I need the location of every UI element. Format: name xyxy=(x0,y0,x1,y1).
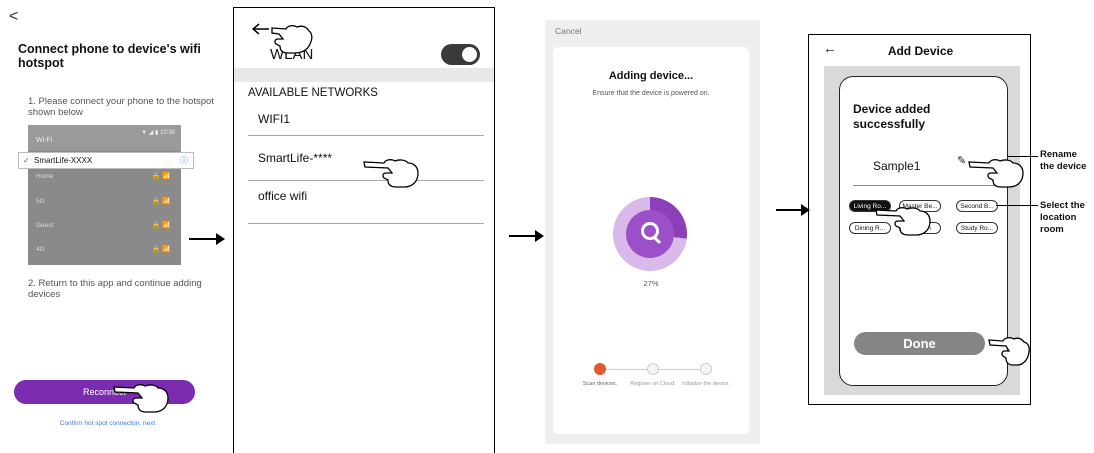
divider xyxy=(248,135,484,136)
pointing-hand-icon xyxy=(875,207,931,236)
network-row: 5G 🔒 📶 xyxy=(28,192,181,212)
success-message: Device added successfully xyxy=(853,102,931,131)
selected-network-row[interactable]: ✓ SmartLife-XXXX ⓘ xyxy=(18,152,194,169)
lock-wifi-icon: 🔒 📶 xyxy=(151,173,171,180)
callout-room: Select the location room xyxy=(1040,200,1085,235)
step-dot-register xyxy=(647,363,659,375)
device-name: Sample1 xyxy=(873,159,921,173)
pointing-hand-icon xyxy=(968,159,1024,188)
divider-band xyxy=(234,68,494,82)
network-name: 4G xyxy=(36,246,45,253)
back-arrow-hand-icon[interactable] xyxy=(251,20,314,56)
step-label-initialize: Initialize the device. xyxy=(682,381,730,387)
pointing-hand-icon xyxy=(113,384,169,413)
panel-wlan-settings: WLAN AVAILABLE NETWORKS WIFI1 SmartLife-… xyxy=(233,7,495,453)
flow-arrow xyxy=(509,230,544,242)
adding-title: Adding device... xyxy=(608,70,694,82)
wifi-header: ▼ ◢ ▮ 10:30 Wi-Fi xyxy=(28,125,181,151)
network-name: 5G xyxy=(36,198,45,205)
callout-line xyxy=(996,205,1038,206)
instruction-step-1: 1. Please connect your phone to the hots… xyxy=(28,96,214,118)
network-name: Home xyxy=(36,173,54,180)
lock-wifi-icon: 🔒 📶 xyxy=(151,222,171,229)
instruction-step-2: 2. Return to this app and continue addin… xyxy=(28,278,202,300)
confirm-hotspot-link[interactable]: Confirm hot spot connecton, next xyxy=(0,420,215,427)
network-row: 4G 🔒 📶 xyxy=(28,240,181,260)
room-chip-second-bedroom[interactable]: Second B... xyxy=(956,200,998,212)
wlan-toggle[interactable] xyxy=(441,44,480,65)
divider xyxy=(248,223,484,224)
network-name: Guest xyxy=(36,222,54,229)
panel-add-device: ← Add Device Device added successfully S… xyxy=(808,34,1031,405)
step-label-register: Register on Cloud. xyxy=(630,381,676,387)
step-dot-initialize xyxy=(700,363,712,375)
pointing-hand-icon xyxy=(988,337,1030,366)
page-title: Connect phone to device's wifi hotspot xyxy=(18,42,201,70)
adding-subtitle: Ensure that the device is powered on. xyxy=(592,90,710,97)
panel-adding-device: Cancel Adding device... Ensure that the … xyxy=(545,20,760,444)
network-item-smartlife[interactable]: SmartLife-**** xyxy=(258,151,332,165)
wifi-settings-screenshot: ▼ ◢ ▮ 10:30 Wi-Fi Home 🔒 📶 5G 🔒 📶 Guest … xyxy=(28,125,181,265)
magnifier-glyph xyxy=(641,222,659,240)
check-icon: ✓ xyxy=(23,156,30,165)
progress-percent: 27% xyxy=(643,279,659,288)
search-icon xyxy=(626,210,674,258)
done-button[interactable]: Done xyxy=(854,332,985,355)
section-header: AVAILABLE NETWORKS xyxy=(248,87,378,99)
status-bar: ▼ ◢ ▮ 10:30 xyxy=(141,130,175,136)
network-item-office-wifi[interactable]: office wifi xyxy=(258,189,307,203)
wifi-info-icon: ⓘ xyxy=(180,156,188,165)
network-item-wifi1[interactable]: WIFI1 xyxy=(258,112,290,126)
network-row: Home 🔒 📶 xyxy=(28,167,181,187)
callout-line xyxy=(1008,156,1038,157)
callout-rename: Rename the device xyxy=(1040,149,1087,172)
edit-pencil-icon[interactable]: ✎ xyxy=(957,154,966,167)
flow-arrow xyxy=(189,233,225,245)
flow-arrow xyxy=(776,204,810,216)
pointing-hand-icon xyxy=(363,159,419,188)
step-dot-scan xyxy=(594,363,606,375)
selected-network-name: SmartLife-XXXX xyxy=(34,156,93,165)
room-chip-study[interactable]: Study Ro... xyxy=(956,222,998,234)
wifi-header-label: Wi-Fi xyxy=(36,137,53,144)
back-button[interactable]: < xyxy=(9,8,18,26)
network-row: Guest 🔒 📶 xyxy=(28,216,181,236)
panel-connect-hotspot: < Connect phone to device's wifi hotspot… xyxy=(0,0,215,453)
cancel-button[interactable]: Cancel xyxy=(555,26,581,36)
progress-ring xyxy=(613,197,687,271)
step-label-scan: Scan devices. xyxy=(582,381,618,387)
lock-wifi-icon: 🔒 📶 xyxy=(151,246,171,253)
lock-wifi-icon: 🔒 📶 xyxy=(151,198,171,205)
header-title: Add Device xyxy=(887,44,954,58)
